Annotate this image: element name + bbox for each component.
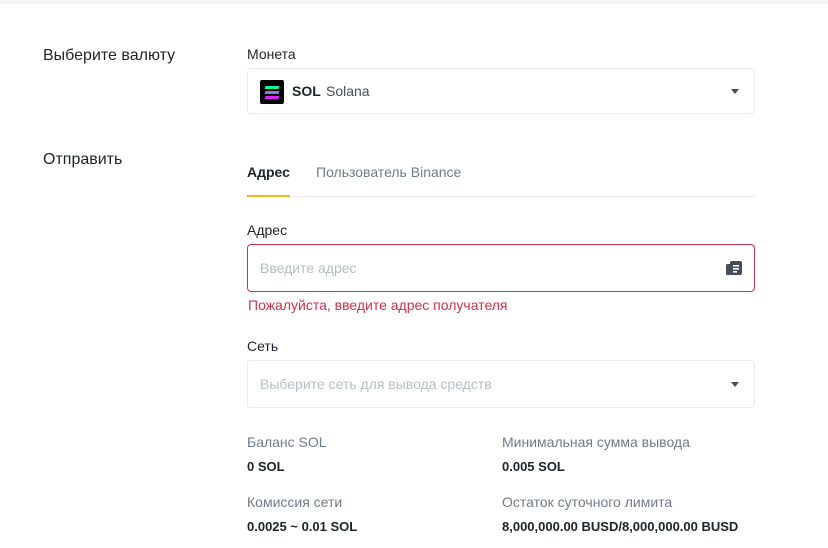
min-withdraw-label: Минимальная сумма вывода bbox=[502, 434, 690, 450]
tab-binance-user[interactable]: Пользователь Binance bbox=[316, 164, 461, 195]
send-heading: Отправить bbox=[43, 151, 123, 168]
active-tab-indicator bbox=[247, 195, 290, 197]
tab-address-label: Адрес bbox=[247, 164, 290, 180]
caret-down-icon bbox=[731, 382, 739, 387]
address-error-message: Пожалуйста, введите адрес получателя bbox=[248, 297, 508, 313]
tab-binance-user-label: Пользователь Binance bbox=[316, 164, 462, 180]
network-fee-value: 0.0025 ~ 0.01 SOL bbox=[247, 519, 358, 534]
address-input[interactable]: Введите адрес bbox=[247, 244, 755, 292]
daily-limit-value: 8,000,000.00 BUSD/8,000,000.00 BUSD bbox=[502, 519, 739, 534]
select-currency-heading: Выберите валюту bbox=[43, 47, 176, 64]
tab-address[interactable]: Адрес bbox=[247, 164, 290, 197]
caret-down-icon bbox=[731, 89, 739, 94]
coin-label: Монета bbox=[247, 46, 296, 62]
balance-label: Баланс SOL bbox=[247, 434, 327, 450]
top-divider bbox=[0, 0, 828, 4]
balance-value: 0 SOL bbox=[247, 459, 285, 474]
address-placeholder: Введите адрес bbox=[260, 260, 357, 276]
coin-symbol: SOL bbox=[292, 83, 321, 99]
coin-name: Solana bbox=[326, 83, 370, 99]
coin-select[interactable]: SOL Solana bbox=[247, 68, 755, 114]
address-book-icon[interactable] bbox=[726, 261, 742, 275]
address-label: Адрес bbox=[247, 222, 288, 238]
network-fee-label: Комиссия сети bbox=[247, 494, 343, 510]
network-placeholder: Выберите сеть для вывода средств bbox=[260, 376, 492, 392]
daily-limit-label: Остаток суточного лимита bbox=[502, 494, 673, 510]
solana-logo-icon bbox=[260, 80, 284, 104]
min-withdraw-value: 0.005 SOL bbox=[502, 459, 565, 474]
network-label: Сеть bbox=[247, 338, 279, 354]
network-select[interactable]: Выберите сеть для вывода средств bbox=[247, 360, 755, 408]
send-tabs: Адрес Пользователь Binance bbox=[247, 160, 755, 197]
